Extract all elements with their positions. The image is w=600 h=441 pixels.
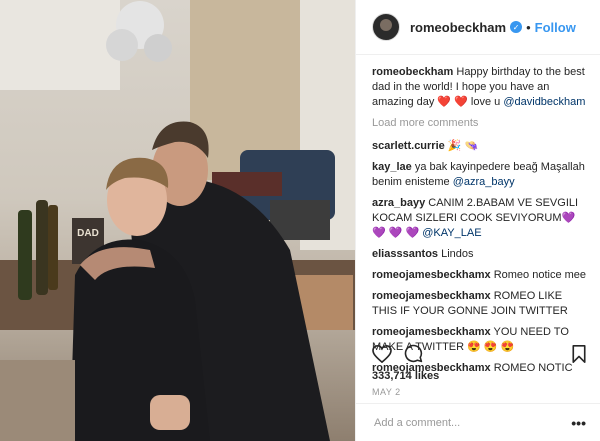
comment-item: azra_bayy CANIM 2.BABAM VE SEVGILI KOCAM… [372, 196, 586, 241]
comment-text: Lindos [441, 248, 474, 260]
post-sidebar: romeobeckham ✓ • Follow romeobeckham Hap… [355, 0, 600, 441]
more-options-icon[interactable]: ••• [571, 415, 586, 431]
likes-count[interactable]: 333,714 likes [372, 370, 439, 382]
add-comment-bar: ••• [356, 403, 600, 441]
post-photo[interactable]: DAD [0, 0, 355, 441]
dad-sign-text: DAD [77, 228, 99, 239]
follow-button[interactable]: Follow [535, 20, 576, 35]
verified-badge-icon: ✓ [510, 21, 523, 33]
comment-item: romeojamesbeckhamx Romeo notice mee [372, 268, 586, 283]
comment-mention[interactable]: @KAY_LAE [422, 227, 481, 239]
comment-username[interactable]: scarlett.currie [372, 140, 445, 152]
post-date: MAY 2 [372, 387, 401, 397]
heart-icon[interactable] [372, 344, 392, 363]
comment-username[interactable]: azra_bayy [372, 197, 425, 209]
caption: romeobeckham Happy birthday to the best … [372, 65, 586, 110]
bookmark-icon[interactable] [572, 344, 586, 363]
load-more-comments-button[interactable]: Load more comments [372, 116, 586, 131]
add-comment-input[interactable] [372, 415, 572, 430]
comment-username[interactable]: eliasssantos [372, 248, 438, 260]
author-username[interactable]: romeobeckham [410, 20, 506, 35]
comment-text: Romeo notice mee [493, 269, 587, 281]
comment-item: eliasssantos Lindos [372, 247, 586, 262]
comment-item: scarlett.currie 🎉 👒 [372, 139, 586, 154]
comment-username[interactable]: romeojamesbeckhamx [372, 326, 491, 338]
post-header: romeobeckham ✓ • Follow [356, 0, 600, 55]
comment-text: ROMEO NOTIC [493, 362, 573, 374]
comment-text: 🎉 👒 [447, 140, 479, 152]
comment-username[interactable]: romeojamesbeckhamx [372, 290, 491, 302]
header-separator: • [526, 19, 531, 35]
comment-icon[interactable] [404, 344, 423, 363]
comment-item: kay_lae ya bak kayinpedere beağ Maşallah… [372, 160, 586, 190]
comment-mention[interactable]: @azra_bayy [453, 176, 515, 188]
comment-item: romeojamesbeckhamx ROMEO LIKE THIS IF YO… [372, 289, 586, 319]
caption-username[interactable]: romeobeckham [372, 66, 453, 78]
comment-username[interactable]: romeojamesbeckhamx [372, 269, 491, 281]
caption-mention[interactable]: @davidbeckham [503, 96, 585, 108]
comments-list: romeobeckham Happy birthday to the best … [356, 55, 600, 376]
avatar[interactable] [372, 13, 400, 41]
action-bar [372, 344, 586, 363]
photo-illustration: DAD [0, 0, 355, 441]
comment-username[interactable]: kay_lae [372, 161, 412, 173]
